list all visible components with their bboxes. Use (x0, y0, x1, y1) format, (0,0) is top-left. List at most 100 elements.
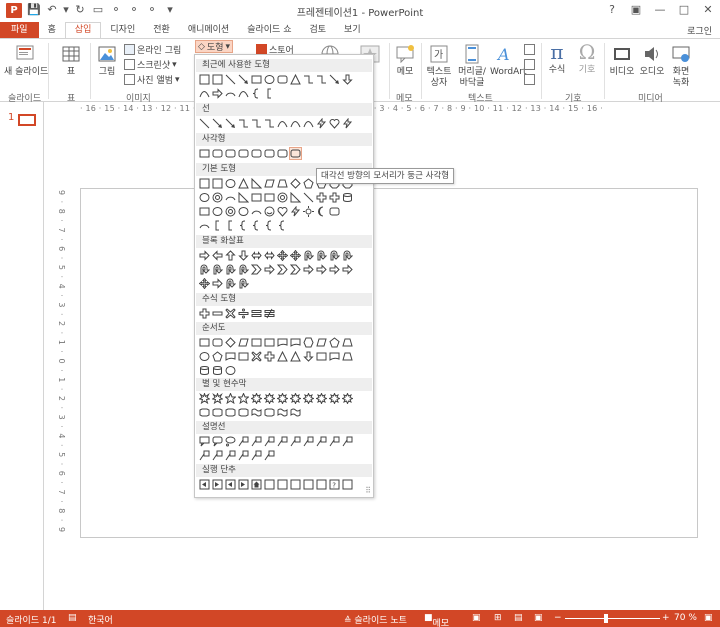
shape-option[interactable] (199, 407, 210, 418)
shape-option[interactable] (251, 148, 262, 159)
shape-option[interactable] (199, 479, 210, 490)
shape-option[interactable] (316, 393, 327, 404)
shape-option[interactable] (212, 308, 223, 319)
tab-transitions[interactable]: 전환 (144, 22, 179, 38)
shape-option[interactable] (238, 393, 249, 404)
shape-option[interactable] (225, 393, 236, 404)
zoom-in-icon[interactable]: + (662, 613, 670, 623)
shape-option[interactable] (199, 351, 210, 362)
shape-option[interactable] (264, 220, 275, 231)
shape-option[interactable] (316, 264, 327, 275)
shape-option[interactable] (303, 206, 314, 217)
shape-option[interactable] (329, 192, 340, 203)
shape-option[interactable] (199, 393, 210, 404)
shape-option[interactable] (290, 264, 301, 275)
shape-option[interactable] (225, 178, 236, 189)
normal-view-icon[interactable]: ▣ (472, 613, 481, 623)
shape-option[interactable] (225, 450, 236, 461)
shape-option[interactable] (316, 206, 327, 217)
shape-option[interactable] (316, 74, 327, 85)
shape-option[interactable] (212, 88, 223, 99)
shape-option[interactable] (316, 436, 327, 447)
undo-icon[interactable]: ↶ (44, 2, 60, 18)
shape-option[interactable] (238, 337, 249, 348)
shape-option[interactable] (212, 264, 223, 275)
shape-option[interactable] (277, 264, 288, 275)
symbol-button[interactable]: Ω 기호 (574, 41, 600, 76)
shape-option[interactable] (290, 74, 301, 85)
shape-option[interactable] (212, 250, 223, 261)
shape-option[interactable] (290, 206, 301, 217)
spellcheck-icon[interactable]: ▤ (68, 613, 77, 623)
shape-option[interactable] (225, 264, 236, 275)
slide-thumbnail[interactable] (18, 114, 36, 126)
signin-link[interactable]: 로그인 (687, 24, 712, 37)
shape-option[interactable] (238, 206, 249, 217)
zoom-slider[interactable] (565, 618, 660, 619)
picture-button[interactable]: 그림 (94, 43, 120, 78)
shape-option[interactable] (342, 264, 353, 275)
shape-option[interactable] (251, 479, 262, 490)
shape-option[interactable] (238, 264, 249, 275)
zoom-level[interactable]: 70 % (674, 613, 697, 623)
qat-customize-icon[interactable]: ▾ (162, 2, 178, 18)
reading-view-icon[interactable]: ▤ (514, 613, 523, 623)
shape-option[interactable] (225, 337, 236, 348)
shape-option[interactable] (212, 337, 223, 348)
shape-option[interactable] (264, 436, 275, 447)
shape-option[interactable] (277, 351, 288, 362)
shape-option[interactable] (212, 365, 223, 376)
shape-option[interactable] (329, 74, 340, 85)
shape-option[interactable] (212, 351, 223, 362)
shape-option[interactable] (212, 178, 223, 189)
shape-option[interactable] (225, 192, 236, 203)
shape-option[interactable] (264, 407, 275, 418)
start-presentation-icon[interactable]: ▭ (90, 2, 106, 18)
shape-option[interactable] (303, 118, 314, 129)
tab-review[interactable]: 검토 (300, 22, 335, 38)
shape-option[interactable] (290, 178, 301, 189)
shape-option[interactable] (251, 450, 262, 461)
shape-option[interactable] (329, 118, 340, 129)
shape-option[interactable] (251, 118, 262, 129)
shape-option[interactable] (290, 393, 301, 404)
shape-option[interactable] (238, 308, 249, 319)
shape-option[interactable] (303, 479, 314, 490)
shape-option[interactable] (225, 308, 236, 319)
shape-option[interactable] (251, 206, 262, 217)
shape-option[interactable] (277, 393, 288, 404)
shape-option[interactable] (199, 278, 210, 289)
shape-option[interactable] (238, 118, 249, 129)
shape-option[interactable] (277, 148, 288, 159)
shape-option[interactable] (199, 148, 210, 159)
shape-option[interactable] (238, 450, 249, 461)
close-icon[interactable]: ✕ (696, 0, 720, 20)
shape-option[interactable] (342, 436, 353, 447)
shape-option[interactable] (251, 220, 262, 231)
comments-button[interactable]: ■ 메모 (424, 613, 449, 627)
object-button[interactable] (524, 73, 535, 86)
tab-file[interactable]: 파일 (0, 22, 39, 38)
shape-option[interactable] (225, 479, 236, 490)
resize-grip-icon[interactable]: ⠿ (365, 486, 371, 495)
shape-option[interactable] (212, 436, 223, 447)
shape-option[interactable] (238, 407, 249, 418)
shape-option[interactable] (277, 206, 288, 217)
shape-option[interactable] (199, 250, 210, 261)
shape-option[interactable] (212, 278, 223, 289)
shape-option[interactable] (303, 337, 314, 348)
shape-option[interactable] (225, 351, 236, 362)
shape-option[interactable] (290, 250, 301, 261)
shape-option[interactable] (329, 264, 340, 275)
shape-option[interactable] (212, 192, 223, 203)
shape-option[interactable] (212, 479, 223, 490)
shape-option[interactable] (303, 178, 314, 189)
shape-option[interactable] (316, 351, 327, 362)
shape-option[interactable] (238, 436, 249, 447)
minimize-icon[interactable]: — (648, 0, 672, 20)
shape-option[interactable] (342, 393, 353, 404)
shape-option[interactable] (277, 74, 288, 85)
shape-option[interactable] (329, 337, 340, 348)
shape-option[interactable] (264, 450, 275, 461)
screen-recording-button[interactable]: 화면 녹화 (668, 43, 694, 89)
